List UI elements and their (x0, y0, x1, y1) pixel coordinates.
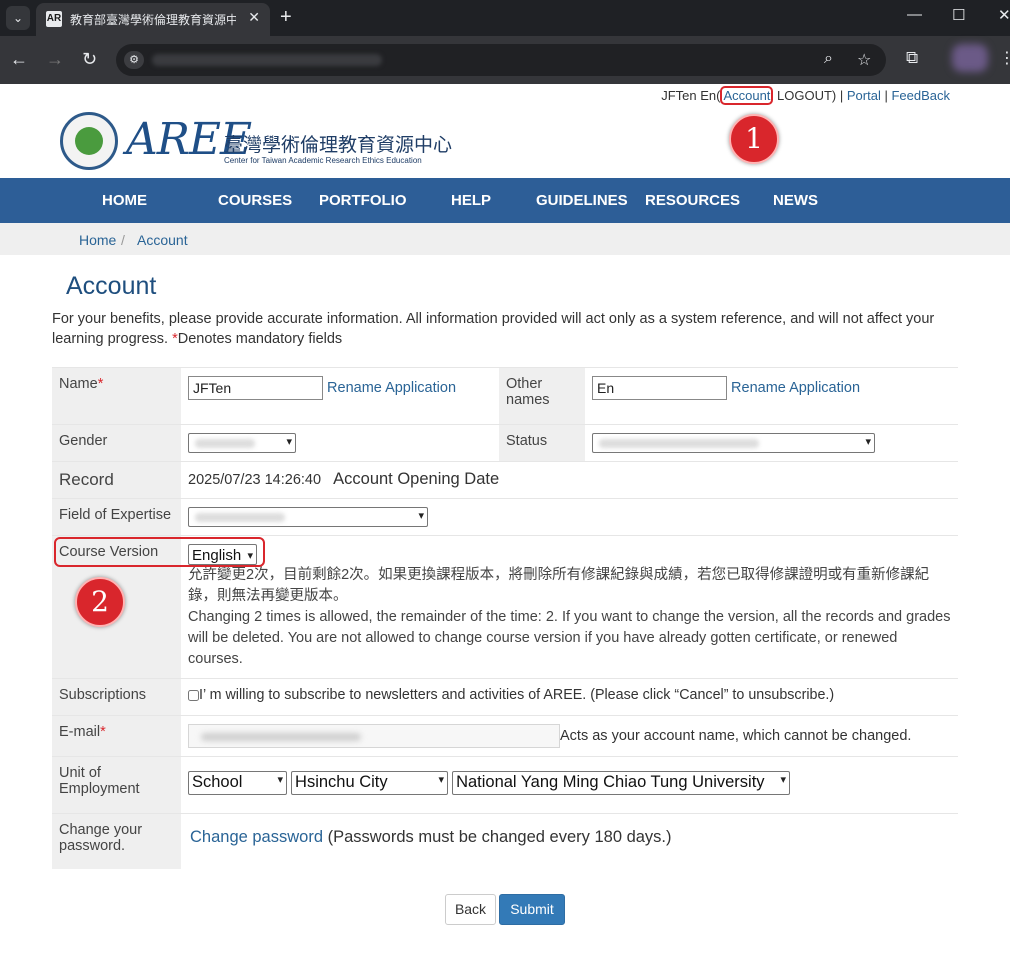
browser-tab[interactable]: AR 教育部臺灣學術倫理教育資源中 ✕ (36, 3, 270, 36)
change-password-link[interactable]: Change password (190, 828, 323, 846)
maximize-icon[interactable]: ☐ (952, 6, 965, 24)
email-label: E-mail* (52, 715, 181, 757)
separator: | (880, 88, 892, 103)
course-note-english: Changing 2 times is allowed, the remaind… (188, 609, 951, 668)
rename-application-link[interactable]: Rename Application (327, 380, 456, 396)
status-select[interactable]: ▾ (592, 433, 875, 453)
nav-home[interactable]: HOME (102, 192, 147, 209)
password-label: Change your password. (52, 813, 181, 869)
bookmark-star-icon[interactable]: ☆ (857, 50, 871, 70)
reload-icon[interactable]: ↻ (82, 49, 97, 69)
course-note-chinese: 允許變更2次，目前剩餘2次。如果更換課程版本，將刪除所有修課紀錄與成績，若您已取… (188, 567, 930, 605)
profile-avatar[interactable] (952, 44, 988, 72)
name-label: Name* (52, 367, 181, 425)
back-button[interactable]: Back (445, 894, 496, 925)
tab-search-icon[interactable]: ⌄ (6, 6, 30, 30)
user-links: JFTen En(Account LOGOUT) | Portal | Feed… (661, 86, 950, 105)
expertise-select[interactable]: ▾ (188, 507, 428, 527)
zoom-icon[interactable]: ⌕ (824, 50, 833, 68)
nav-guidelines[interactable]: GUIDELINES (536, 192, 628, 209)
record-label: Record (52, 461, 181, 499)
web-page: JFTen En(Account LOGOUT) | Portal | Feed… (0, 84, 1010, 965)
new-tab-icon[interactable]: + (280, 6, 292, 28)
separator: | (836, 88, 847, 103)
nav-portfolio[interactable]: PORTFOLIO (319, 192, 407, 209)
gender-label: Gender (52, 424, 181, 462)
nav-resources[interactable]: RESOURCES (645, 192, 740, 209)
unit-school-select[interactable]: National Yang Ming Chiao Tung University… (452, 771, 791, 796)
feedback-link[interactable]: FeedBack (891, 88, 950, 103)
annotation-marker-2: 2 (75, 577, 125, 627)
subscriptions-label: Subscriptions (52, 678, 181, 716)
ministry-seal-icon (60, 112, 118, 170)
minimize-icon[interactable]: — (907, 6, 922, 23)
password-note: (Passwords must be changed every 180 day… (323, 828, 672, 847)
back-arrow-icon[interactable]: ← (10, 49, 28, 69)
record-date: 2025/07/23 14:26:40 (188, 472, 322, 488)
unit-label: Unit of Employment (52, 756, 181, 814)
menu-kebab-icon[interactable]: ⋮ (999, 48, 1010, 68)
breadcrumb-separator: / (121, 232, 125, 248)
email-note: Acts as your account name, which cannot … (560, 728, 912, 745)
gender-select[interactable]: ▾ (188, 433, 296, 453)
tab-title: 教育部臺灣學術倫理教育資源中 (70, 13, 236, 27)
breadcrumb-current[interactable]: Account (137, 232, 188, 248)
close-tab-icon[interactable]: ✕ (248, 9, 260, 26)
logo-english-name: Center for Taiwan Academic Research Ethi… (224, 156, 422, 165)
rename-application-link-2[interactable]: Rename Application (731, 380, 860, 396)
favicon-icon: AR (46, 11, 62, 27)
logo-chinese-name: 臺灣學術倫理教育資源中心 (224, 135, 453, 156)
name-field[interactable] (188, 376, 323, 400)
subscribe-checkbox[interactable] (188, 690, 199, 701)
email-field (188, 724, 560, 749)
address-bar[interactable]: ⚙ ⌕ ☆ (116, 44, 886, 76)
account-form: Name* Rename Application Other names Ren… (52, 367, 958, 869)
other-names-field[interactable] (592, 376, 727, 400)
record-description: Account Opening Date (333, 470, 500, 488)
account-link[interactable]: Account (720, 86, 774, 105)
breadcrumb: Home / Account (0, 223, 1010, 255)
browser-tab-bar: ⌄ AR 教育部臺灣學術倫理教育資源中 ✕ + — ☐ ✕ (0, 0, 1010, 36)
intro-tail: Denotes mandatory fields (177, 331, 343, 347)
status-label: Status (499, 424, 585, 462)
unit-city-select[interactable]: Hsinchu City ▾ (291, 771, 449, 796)
nav-help[interactable]: HELP (451, 192, 491, 209)
submit-button[interactable]: Submit (499, 894, 565, 925)
main-nav: HOME COURSES PORTFOLIO HELP GUIDELINES R… (0, 178, 1010, 223)
logout-link[interactable]: LOGOUT) (773, 88, 836, 103)
page-title: Account (66, 272, 157, 300)
subscription-text: I’ m willing to subscribe to newsletters… (199, 687, 835, 704)
url-text-blurred (152, 54, 382, 66)
other-names-label: Other names (499, 367, 585, 425)
intro-text: For your benefits, please provide accura… (52, 309, 962, 349)
nav-news[interactable]: NEWS (773, 192, 818, 209)
browser-toolbar: ← → ↻ ⚙ ⌕ ☆ ⧉ ⋮ (0, 36, 1010, 84)
site-logo[interactable]: AREE 臺灣學術倫理教育資源中心 Center for Taiwan Acad… (60, 108, 453, 172)
close-window-icon[interactable]: ✕ (998, 6, 1010, 24)
site-info-icon[interactable]: ⚙ (124, 51, 144, 69)
annotation-marker-1: 1 (729, 114, 779, 164)
nav-courses[interactable]: COURSES (218, 192, 292, 209)
forward-arrow-icon[interactable]: → (46, 49, 64, 69)
extensions-icon[interactable]: ⧉ (906, 48, 918, 68)
portal-link[interactable]: Portal (847, 88, 881, 103)
expertise-label: Field of Expertise (52, 498, 181, 536)
breadcrumb-home[interactable]: Home (79, 232, 116, 248)
user-name: JFTen En( (661, 88, 721, 103)
course-version-highlight (54, 537, 265, 567)
unit-type-select[interactable]: School ▾ (188, 771, 287, 796)
